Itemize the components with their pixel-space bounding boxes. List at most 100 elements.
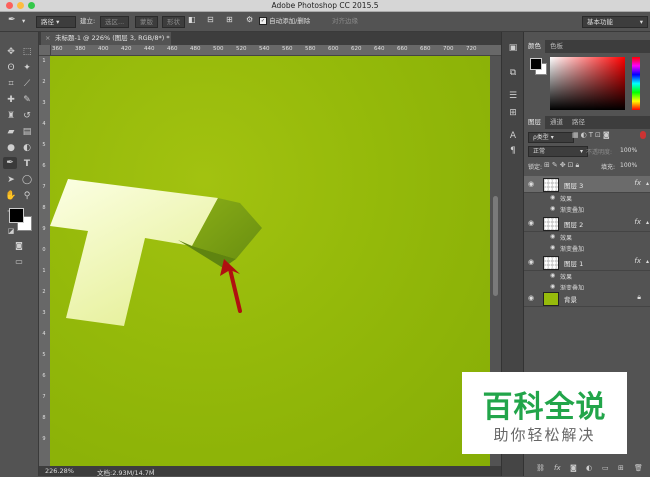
zoom-tool-icon[interactable]: ⚲ bbox=[20, 190, 34, 202]
tab-channels[interactable]: 通道 bbox=[546, 116, 567, 129]
add-mask-icon[interactable]: ◙ bbox=[570, 464, 577, 472]
collapse-effects-icon[interactable]: ▴ bbox=[646, 219, 649, 226]
path-operations-icon[interactable]: ◧ bbox=[188, 15, 196, 25]
layer-row-3[interactable]: ◉ 图层 3 fx ▴ bbox=[524, 176, 650, 193]
tool-preset-arrow-icon[interactable]: ▾ bbox=[22, 16, 25, 26]
gradient-overlay-eye-icon[interactable]: ◉ bbox=[550, 283, 555, 290]
adjustment-layer-icon[interactable]: ◐ bbox=[586, 464, 592, 472]
fx-icon[interactable]: fx bbox=[634, 179, 641, 187]
lock-icons[interactable]: ⊞✎✥⊡🔒︎ bbox=[544, 161, 581, 170]
new-layer-icon[interactable]: ⊞ bbox=[618, 464, 624, 472]
brush-tool-icon[interactable]: ✎ bbox=[20, 94, 34, 106]
add-style-icon[interactable]: fx bbox=[554, 464, 561, 472]
workspace-select[interactable]: 基本功能 ▾ bbox=[582, 16, 648, 28]
lasso-tool-icon[interactable]: ʘ bbox=[4, 62, 18, 74]
gradient-tool-icon[interactable]: ▤ bbox=[20, 126, 34, 138]
blend-mode-select[interactable]: 正常 ▾ bbox=[528, 146, 588, 157]
fx-icon[interactable]: fx bbox=[634, 257, 641, 265]
default-colors-icon[interactable]: ◪ bbox=[4, 225, 18, 237]
opacity-value[interactable]: 100% bbox=[620, 147, 637, 154]
collapse-effects-icon[interactable]: ▴ bbox=[646, 258, 649, 265]
lock-icon[interactable]: 🔒︎ bbox=[637, 293, 641, 302]
move-tool-icon[interactable]: ✥ bbox=[4, 46, 18, 58]
libraries-panel-icon[interactable]: ⊞ bbox=[507, 107, 519, 119]
dodge-tool-icon[interactable]: ◐ bbox=[20, 142, 34, 154]
delete-layer-icon[interactable]: 🗑︎ bbox=[634, 464, 643, 472]
gradient-overlay-row[interactable]: ◉ 渐变叠加 bbox=[524, 204, 650, 215]
color-field[interactable] bbox=[550, 57, 625, 110]
mask-button[interactable]: 蒙版 bbox=[135, 16, 158, 28]
path-mode-select[interactable]: 路径 ▾ bbox=[36, 16, 76, 28]
effects-eye-icon[interactable]: ◉ bbox=[550, 194, 555, 201]
collapse-effects-icon[interactable]: ▴ bbox=[646, 180, 649, 187]
clone-stamp-tool-icon[interactable]: ♜ bbox=[4, 110, 18, 122]
magic-wand-tool-icon[interactable]: ✦ bbox=[20, 62, 34, 74]
hand-tool-icon[interactable]: ✋ bbox=[4, 190, 18, 202]
gradient-overlay-eye-icon[interactable]: ◉ bbox=[550, 244, 555, 251]
properties-panel-icon[interactable]: ⧉ bbox=[507, 67, 519, 79]
layer-filter-select[interactable]: ρ类型 ▾ bbox=[528, 132, 574, 143]
close-tab-icon[interactable]: × bbox=[45, 32, 50, 45]
path-alignment-icon[interactable]: ⊟ bbox=[207, 15, 214, 25]
horizontal-ruler[interactable]: 360 380 400 420 440 460 480 500 520 540 560 580 600 6… bbox=[50, 45, 501, 56]
fx-icon[interactable]: fx bbox=[634, 218, 641, 226]
selection-button[interactable]: 选区... bbox=[100, 16, 130, 28]
foreground-color-swatch-front[interactable] bbox=[9, 208, 24, 223]
quick-mask-icon[interactable]: ◙ bbox=[12, 240, 26, 252]
align-edges-label[interactable]: 对齐边缘 bbox=[332, 16, 358, 26]
pen-tool-icon-active[interactable]: ✒ bbox=[3, 157, 17, 169]
marquee-tool-icon[interactable]: ⬚ bbox=[20, 46, 34, 58]
color-panel-foreground-front[interactable] bbox=[530, 58, 542, 70]
gradient-overlay-eye-icon[interactable]: ◉ bbox=[550, 205, 555, 212]
effects-eye-icon[interactable]: ◉ bbox=[550, 272, 555, 279]
status-arrow-icon[interactable]: › bbox=[152, 466, 155, 474]
effects-eye-icon[interactable]: ◉ bbox=[550, 233, 555, 240]
document-canvas[interactable] bbox=[50, 56, 490, 466]
layer-row-2[interactable]: ◉ 图层 2 fx ▴ bbox=[524, 215, 650, 232]
visibility-eye-icon[interactable]: ◉ bbox=[528, 180, 534, 188]
layer-row-background[interactable]: ◉ 背景 🔒︎ bbox=[524, 290, 650, 307]
gear-icon[interactable]: ⚙ bbox=[246, 15, 253, 25]
paragraph-panel-icon[interactable]: ¶ bbox=[507, 145, 519, 157]
scrollbar-thumb[interactable] bbox=[493, 196, 498, 296]
layer-row-1[interactable]: ◉ 图层 1 fx ▴ bbox=[524, 254, 650, 271]
path-arrangement-icon[interactable]: ⊞ bbox=[226, 15, 233, 25]
tab-color[interactable]: 颜色 bbox=[524, 40, 545, 53]
document-tab[interactable]: × 未标题-1 @ 226% (图层 3, RGB/8*) * bbox=[41, 32, 171, 45]
layers-panel-footer: ⛓ fx ◙ ◐ ▭ ⊞ 🗑︎ bbox=[524, 462, 650, 476]
zoom-level[interactable]: 226.28% bbox=[45, 467, 74, 475]
ellipse-tool-icon[interactable]: ◯ bbox=[20, 174, 34, 186]
path-selection-tool-icon[interactable]: ➤ bbox=[4, 174, 18, 186]
history-brush-tool-icon[interactable]: ↺ bbox=[20, 110, 34, 122]
group-icon[interactable]: ▭ bbox=[602, 464, 609, 472]
tab-layers[interactable]: 图层 bbox=[524, 116, 545, 129]
filter-toggle-icon[interactable] bbox=[640, 131, 646, 139]
visibility-eye-icon[interactable]: ◉ bbox=[528, 294, 534, 302]
pen-tool-icon[interactable]: ✒ bbox=[8, 15, 16, 25]
effects-row[interactable]: ◉ 效果 bbox=[524, 271, 650, 282]
adjustments-panel-icon[interactable]: ☰ bbox=[507, 90, 519, 102]
eyedropper-tool-icon[interactable]: ⟋ bbox=[20, 78, 34, 90]
ruler-origin[interactable] bbox=[39, 45, 51, 56]
link-layers-icon[interactable]: ⛓ bbox=[536, 464, 545, 472]
tab-paths[interactable]: 路径 bbox=[568, 116, 589, 129]
layer-filter-icons[interactable]: ▦◐T⊡◙ bbox=[572, 131, 612, 139]
history-panel-icon[interactable]: ▣ bbox=[507, 42, 519, 54]
type-tool-icon[interactable]: T bbox=[20, 158, 34, 170]
blur-tool-icon[interactable]: ● bbox=[4, 142, 18, 154]
crop-tool-icon[interactable]: ⌗ bbox=[4, 78, 18, 90]
hue-slider[interactable] bbox=[632, 57, 640, 110]
fill-value[interactable]: 100% bbox=[620, 162, 637, 169]
tab-swatches[interactable]: 色板 bbox=[546, 40, 567, 53]
healing-brush-tool-icon[interactable]: ✚ bbox=[4, 94, 18, 106]
eraser-tool-icon[interactable]: ▰ bbox=[4, 126, 18, 138]
auto-add-delete-checkbox[interactable]: ✓ 自动添加/删除 bbox=[259, 16, 310, 26]
visibility-eye-icon[interactable]: ◉ bbox=[528, 219, 534, 227]
gradient-overlay-row[interactable]: ◉ 渐变叠加 bbox=[524, 243, 650, 254]
character-panel-icon[interactable]: A bbox=[507, 130, 519, 142]
shape-button[interactable]: 形状 bbox=[162, 16, 185, 28]
visibility-eye-icon[interactable]: ◉ bbox=[528, 258, 534, 266]
effects-row[interactable]: ◉ 效果 bbox=[524, 193, 650, 204]
screen-mode-icon[interactable]: ▭ bbox=[12, 256, 26, 268]
effects-row[interactable]: ◉ 效果 bbox=[524, 232, 650, 243]
